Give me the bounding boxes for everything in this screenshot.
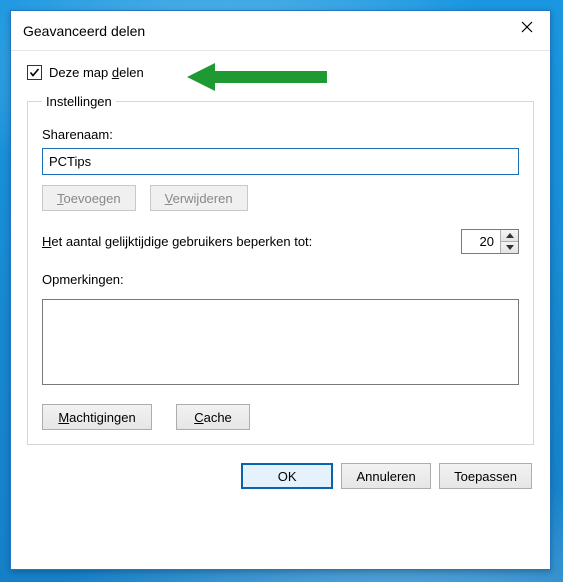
ok-button[interactable]: OK: [241, 463, 333, 489]
client-area: Deze map delen Instellingen Sharenaam: T…: [11, 51, 550, 569]
user-limit-row: Het aantal gelijktijdige gebruikers bepe…: [42, 229, 519, 254]
close-icon: [521, 21, 533, 33]
user-limit-input[interactable]: [462, 230, 500, 253]
window-title: Geavanceerd delen: [23, 23, 145, 39]
checkmark-icon: [29, 67, 40, 78]
desktop-background: Geavanceerd delen Deze map delen: [0, 0, 563, 582]
remarks-label: Opmerkingen:: [42, 272, 519, 287]
sharename-label: Sharenaam:: [42, 127, 519, 142]
share-folder-row: Deze map delen: [27, 65, 534, 80]
close-button[interactable]: [504, 11, 550, 43]
add-button: Toevoegen: [42, 185, 136, 211]
dialog-footer: OK Annuleren Toepassen: [27, 459, 534, 491]
spinner-up-button[interactable]: [501, 230, 518, 241]
titlebar: Geavanceerd delen: [11, 11, 550, 51]
chevron-up-icon: [506, 233, 514, 238]
advanced-sharing-dialog: Geavanceerd delen Deze map delen: [10, 10, 551, 570]
spinner-down-button[interactable]: [501, 241, 518, 253]
share-folder-label[interactable]: Deze map delen: [49, 65, 144, 80]
chevron-down-icon: [506, 245, 514, 250]
permissions-button[interactable]: Machtigingen: [42, 404, 152, 430]
spinner-buttons: [500, 230, 518, 253]
sharename-buttons-row: Toevoegen Verwijderen: [42, 185, 519, 211]
user-limit-label: Het aantal gelijktijdige gebruikers bepe…: [42, 234, 312, 249]
user-limit-spinner: [461, 229, 519, 254]
cache-button[interactable]: Cache: [176, 404, 250, 430]
annotation-arrow: [187, 61, 327, 93]
sharename-input[interactable]: [42, 148, 519, 175]
settings-legend: Instellingen: [42, 94, 116, 109]
settings-group: Instellingen Sharenaam: Toevoegen Verwij…: [27, 94, 534, 445]
cancel-button[interactable]: Annuleren: [341, 463, 431, 489]
remarks-textarea[interactable]: [42, 299, 519, 385]
apply-button[interactable]: Toepassen: [439, 463, 532, 489]
remove-button: Verwijderen: [150, 185, 248, 211]
permissions-row: Machtigingen Cache: [42, 404, 519, 430]
share-folder-checkbox[interactable]: [27, 65, 42, 80]
